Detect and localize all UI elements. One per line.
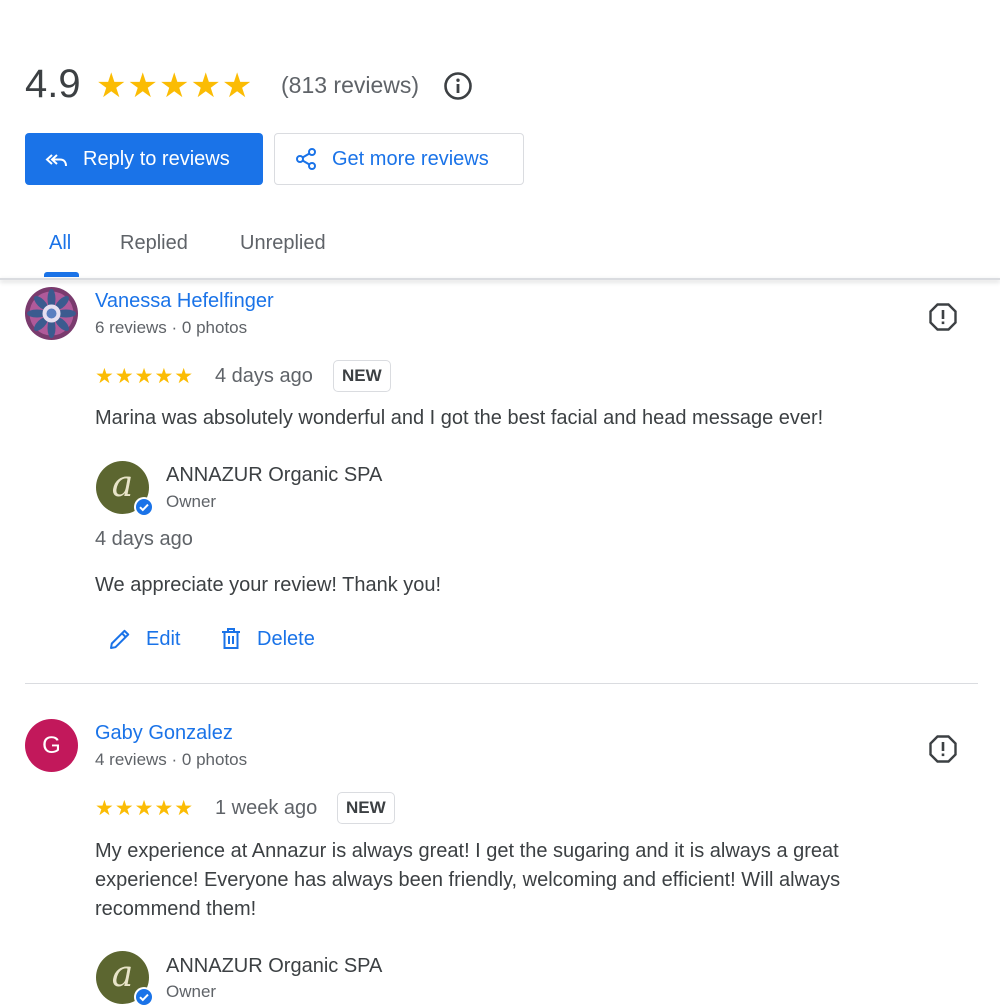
report-flag-icon[interactable]: [928, 302, 958, 332]
delete-label: Delete: [257, 627, 315, 650]
avatar[interactable]: G: [25, 719, 78, 772]
review-date: 1 week ago: [215, 797, 318, 819]
owner-role: Owner: [166, 492, 217, 511]
avatar[interactable]: [25, 287, 78, 340]
reviewer-name[interactable]: Vanessa Hefelfinger: [95, 290, 274, 313]
get-more-reviews-label: Get more reviews: [332, 147, 489, 170]
verified-badge-icon: [134, 987, 154, 1007]
edit-pencil-icon: [110, 629, 130, 649]
review-stars: ★★★★★: [95, 365, 195, 388]
report-flag-icon[interactable]: [928, 734, 958, 764]
owner-role: Owner: [166, 982, 217, 1001]
review-divider: [25, 683, 978, 684]
reviewer-meta: 6 reviews · 0 photos: [95, 318, 248, 337]
review-text: My experience at Annazur is always great…: [95, 840, 841, 920]
review-text: Marina was absolutely wonderful and I go…: [95, 407, 824, 429]
new-badge: NEW: [333, 360, 391, 392]
overall-rating: 4.9: [25, 62, 81, 106]
tab-all[interactable]: All: [49, 232, 71, 255]
reply-text: We appreciate your review! Thank you!: [95, 574, 442, 596]
mandala-avatar-image: [25, 287, 78, 340]
edit-label: Edit: [146, 627, 181, 650]
review-date: 4 days ago: [215, 365, 313, 387]
verified-badge-icon: [134, 497, 154, 517]
owner-name: ANNAZUR Organic SPA: [166, 955, 383, 977]
reviewer-name[interactable]: Gaby Gonzalez: [95, 722, 233, 745]
new-badge: NEW: [337, 792, 395, 824]
reply-to-reviews-label: Reply to reviews: [83, 147, 230, 170]
owner-avatar: a: [96, 951, 154, 1007]
delete-reply-button[interactable]: Delete: [219, 627, 315, 651]
reply-date: 4 days ago: [95, 528, 193, 550]
owner-avatar: a: [96, 461, 154, 517]
review-stars: ★★★★★: [95, 797, 195, 820]
reply-all-icon: [45, 154, 67, 167]
get-more-reviews-button[interactable]: Get more reviews: [274, 133, 524, 185]
tab-unreplied[interactable]: Unreplied: [240, 232, 326, 255]
owner-name: ANNAZUR Organic SPA: [166, 464, 383, 486]
delete-trash-icon: [222, 628, 240, 649]
share-icon: [296, 148, 316, 170]
reviewer-meta: 4 reviews · 0 photos: [95, 750, 248, 769]
tabs-divider: [0, 278, 1000, 280]
info-icon[interactable]: [443, 71, 473, 101]
overall-rating-stars: ★★★★★: [96, 67, 254, 105]
tab-replied[interactable]: Replied: [120, 232, 188, 255]
active-tab-indicator: [44, 272, 79, 277]
edit-reply-button[interactable]: Edit: [108, 627, 180, 651]
reply-to-reviews-button[interactable]: Reply to reviews: [25, 133, 263, 185]
review-count: (813 reviews): [281, 72, 420, 98]
